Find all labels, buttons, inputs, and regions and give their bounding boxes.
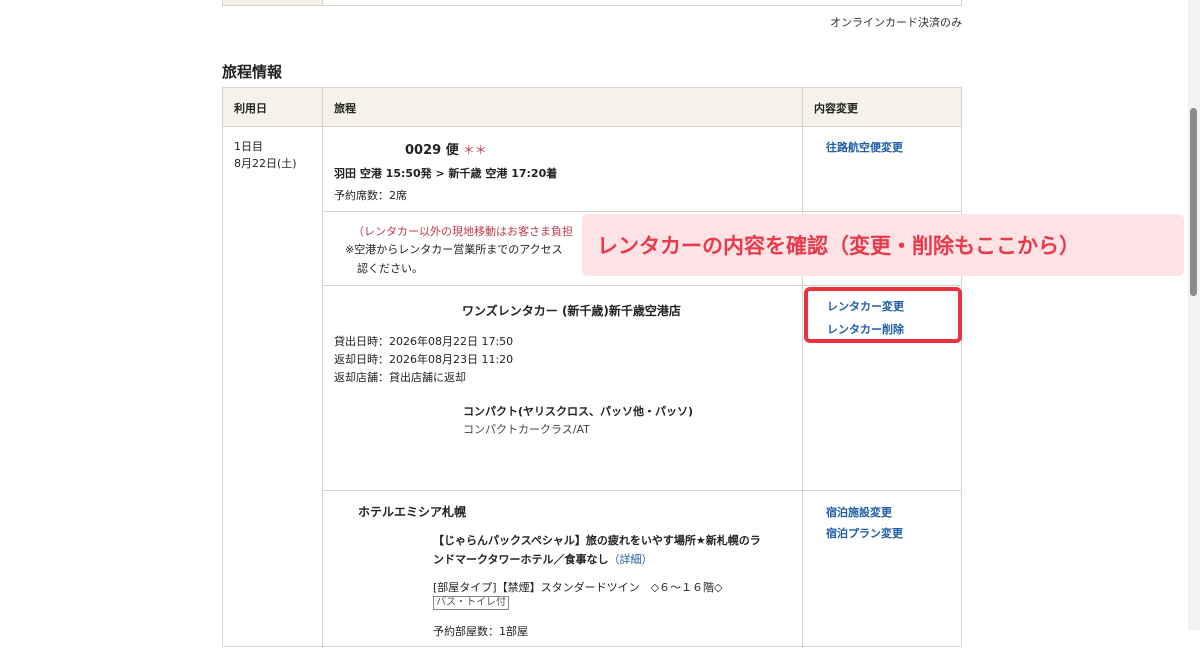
room-type: [部屋タイプ]【禁煙】スタンダードツイン ◇６～１６階◇ [433,581,723,594]
rental-car-name: ワンズレンタカー (新千歳)新千歳空港店 [462,304,681,318]
room-count: 予約部屋数：1部屋 [433,625,528,638]
bath-toilet-badge: バス・トイレ付 [433,596,509,610]
hotel-plan-line2-wrap: ンドマークタワーホテル／食事なし（詳細） [433,550,793,569]
flight-seats: 予約席数：2席 [334,189,407,202]
column-divider [802,88,803,648]
access-notice: ※空港からレンタカー営業所までのアクセス [345,243,563,256]
hotel-plan-line2: ンドマークタワーホテル／食事なし [433,553,609,566]
hotel-facility-change-link[interactable]: 宿泊施設変更 [826,504,892,520]
day-cell: 1日目 8月22日(土) [234,138,297,172]
row-divider [322,285,961,286]
table-header-row: 利用日 旅程 内容変更 [223,88,961,127]
flight-number: 0029 便＊＊ [405,139,487,158]
hotel-name: ホテルエミシア札幌 [358,505,467,519]
outbound-flight-change-link[interactable]: 往路航空便変更 [826,139,903,155]
vertical-scrollbar[interactable] [1188,0,1200,630]
rental-car-class: コンパクト(ヤリスクロス、パッソ他・パッソ) [463,405,694,418]
day-date: 8月22日(土) [234,157,297,170]
header-itinerary: 旅程 [334,102,356,115]
column-divider [322,88,323,648]
hotel-plan: 【じゃらんパックスペシャル】旅の疲れをいやす場所★新札幌のラ ンドマークタワーホ… [433,531,793,569]
itinerary-table: 利用日 旅程 内容変更 1日目 8月22日(土) 0029 便＊＊ 羽田 空港 … [222,87,962,648]
row-divider [322,490,961,491]
annotation-callout: レンタカーの内容を確認（変更・削除もここから） [582,214,1184,276]
section-title: 旅程情報 [222,63,283,81]
plan-detail-link[interactable]: （詳細） [609,553,653,566]
flight-number-text: 0029 便 [405,143,459,158]
callout-text: レンタカーの内容を確認（変更・削除もここから） [597,234,1080,258]
header-change: 内容変更 [814,102,858,115]
previous-table-label-cell [223,0,323,5]
header-date: 利用日 [234,102,267,115]
payment-note: オンラインカード決済のみ [830,16,962,29]
transfer-notice: （レンタカー以外の現地移動はお客さま負担 [353,225,573,238]
flight-stars: ＊＊ [462,143,487,157]
rental-links-highlight [804,287,962,343]
rental-return-store: 返却店舗：貸出店舗に返却 [334,371,466,384]
hotel-plan-line1: 【じゃらんパックスペシャル】旅の疲れをいやす場所★新札幌のラ [433,534,761,547]
rental-return: 返却日時：2026年08月23日 11:20 [334,353,514,366]
rental-car-class-sub: コンパクトカークラス/AT [463,423,590,436]
flight-route: 羽田 空港 15:50発 > 新千歳 空港 17:20着 [334,167,558,180]
row-divider [322,211,961,212]
day-label: 1日目 [234,140,263,153]
rental-pickup: 貸出日時：2026年08月22日 17:50 [334,335,514,348]
access-notice-end: 認ください。 [357,262,423,275]
previous-table-bottom [222,0,962,6]
scrollbar-thumb[interactable] [1190,108,1197,296]
hotel-plan-change-link[interactable]: 宿泊プラン変更 [826,525,903,541]
